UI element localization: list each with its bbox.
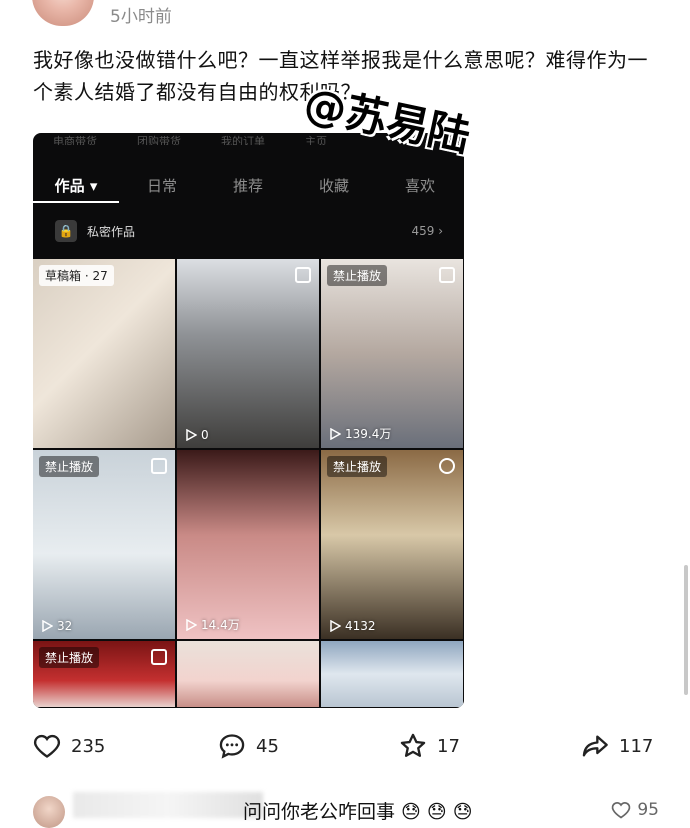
redacted-username xyxy=(73,792,263,818)
comment-icon xyxy=(219,734,245,759)
heart-icon xyxy=(33,734,61,758)
play-count: 0 xyxy=(185,428,209,442)
play-count: 14.4万 xyxy=(185,616,240,633)
tab-like[interactable]: 喜欢 xyxy=(377,175,463,196)
tab-collect[interactable]: 收藏 xyxy=(291,175,377,196)
video-thumb[interactable]: 14.4万 xyxy=(177,450,319,639)
post-time: 5小时前 xyxy=(110,7,172,27)
faded-tab: 电商带货 xyxy=(53,135,97,145)
video-grid: 草稿箱 · 27 0 禁止播放 139.4万 禁止播放 32 14.4万 禁止播… xyxy=(33,259,464,707)
play-icon xyxy=(186,618,197,631)
blocked-badge: 禁止播放 xyxy=(39,647,100,668)
faded-top-tabs: 电商带货 团购带货 我的订单 主页 xyxy=(33,133,464,145)
share-count: 117 xyxy=(619,735,654,757)
comment-button[interactable]: 45 xyxy=(218,732,279,760)
comment-like-count: 95 xyxy=(637,800,659,820)
video-thumb[interactable]: 禁止播放 4132 xyxy=(321,450,463,639)
play-count-value: 32 xyxy=(57,619,73,633)
lock-icon: 🔒 xyxy=(55,220,77,242)
play-icon xyxy=(186,429,197,441)
profile-tabs: 作品 ▾ 日常 推荐 收藏 喜欢 xyxy=(33,167,464,203)
post-image-screenshot[interactable]: 电商带货 团购带货 我的订单 主页 作品 ▾ 日常 推荐 收藏 喜欢 🔒 私密作… xyxy=(33,133,464,708)
drafts-badge: 草稿箱 · 27 xyxy=(39,265,114,286)
blocked-badge: 禁止播放 xyxy=(327,265,388,286)
star-icon xyxy=(400,733,426,757)
faded-tab: 团购带货 xyxy=(137,135,181,145)
video-thumb[interactable]: 禁止播放 32 xyxy=(33,450,175,639)
private-works-row[interactable]: 🔒 私密作品 459 › xyxy=(55,217,443,245)
author-avatar[interactable] xyxy=(32,0,94,26)
play-icon xyxy=(330,620,341,632)
share-icon xyxy=(582,735,608,757)
share-button[interactable]: 117 xyxy=(581,732,653,760)
blocked-badge: 禁止播放 xyxy=(39,456,100,477)
play-count-value: 14.4万 xyxy=(201,618,240,632)
play-count-value: 0 xyxy=(201,428,209,442)
play-icon xyxy=(330,427,341,440)
play-count-value: 4132 xyxy=(345,619,376,633)
multi-image-icon xyxy=(439,267,455,283)
video-thumb[interactable]: 禁止播放 xyxy=(33,641,175,707)
comment-text: 问问你老公咋回事 😓 😓 😓 xyxy=(243,801,473,823)
comment-item[interactable]: 问问你老公咋回事 😓 😓 😓 95 xyxy=(33,792,663,828)
tab-works[interactable]: 作品 ▾ xyxy=(33,175,119,196)
multi-image-icon xyxy=(151,458,167,474)
video-thumb[interactable]: 禁止播放 139.4万 xyxy=(321,259,463,448)
favorite-count: 17 xyxy=(437,735,460,757)
multi-image-icon xyxy=(295,267,311,283)
comment-count: 45 xyxy=(256,735,279,757)
heart-icon xyxy=(612,802,631,819)
video-thumb[interactable] xyxy=(321,641,463,707)
blocked-badge: 禁止播放 xyxy=(327,456,388,477)
play-icon xyxy=(42,620,53,632)
commenter-avatar[interactable] xyxy=(33,796,65,828)
play-count-value: 139.4万 xyxy=(345,427,392,441)
post-text: 我好像也没做错什么吧？一直这样举报我是什么意思呢？难得作为一个素人结婚了都没有自… xyxy=(33,48,648,104)
private-count: 459 › xyxy=(411,224,443,238)
video-thumb[interactable] xyxy=(177,641,319,707)
live-photo-icon xyxy=(439,458,455,474)
play-count: 32 xyxy=(41,619,72,633)
active-tab-indicator xyxy=(33,201,119,203)
video-thumb[interactable]: 草稿箱 · 27 xyxy=(33,259,175,448)
comment-like-button[interactable]: 95 xyxy=(611,800,659,820)
private-label: 私密作品 xyxy=(87,224,136,239)
tab-recommend[interactable]: 推荐 xyxy=(205,175,291,196)
multi-image-icon xyxy=(151,649,167,665)
favorite-button[interactable]: 17 xyxy=(399,732,460,760)
play-count: 139.4万 xyxy=(329,425,391,442)
faded-tab: 主页 xyxy=(305,135,327,145)
video-thumb[interactable]: 0 xyxy=(177,259,319,448)
post-actions: 235 45 17 117 xyxy=(33,732,663,768)
play-count: 4132 xyxy=(329,619,376,633)
like-count: 235 xyxy=(71,735,106,757)
faded-tab: 我的订单 xyxy=(221,135,265,145)
tab-daily[interactable]: 日常 xyxy=(119,175,205,196)
like-button[interactable]: 235 xyxy=(33,732,105,760)
scrollbar[interactable] xyxy=(684,565,688,695)
